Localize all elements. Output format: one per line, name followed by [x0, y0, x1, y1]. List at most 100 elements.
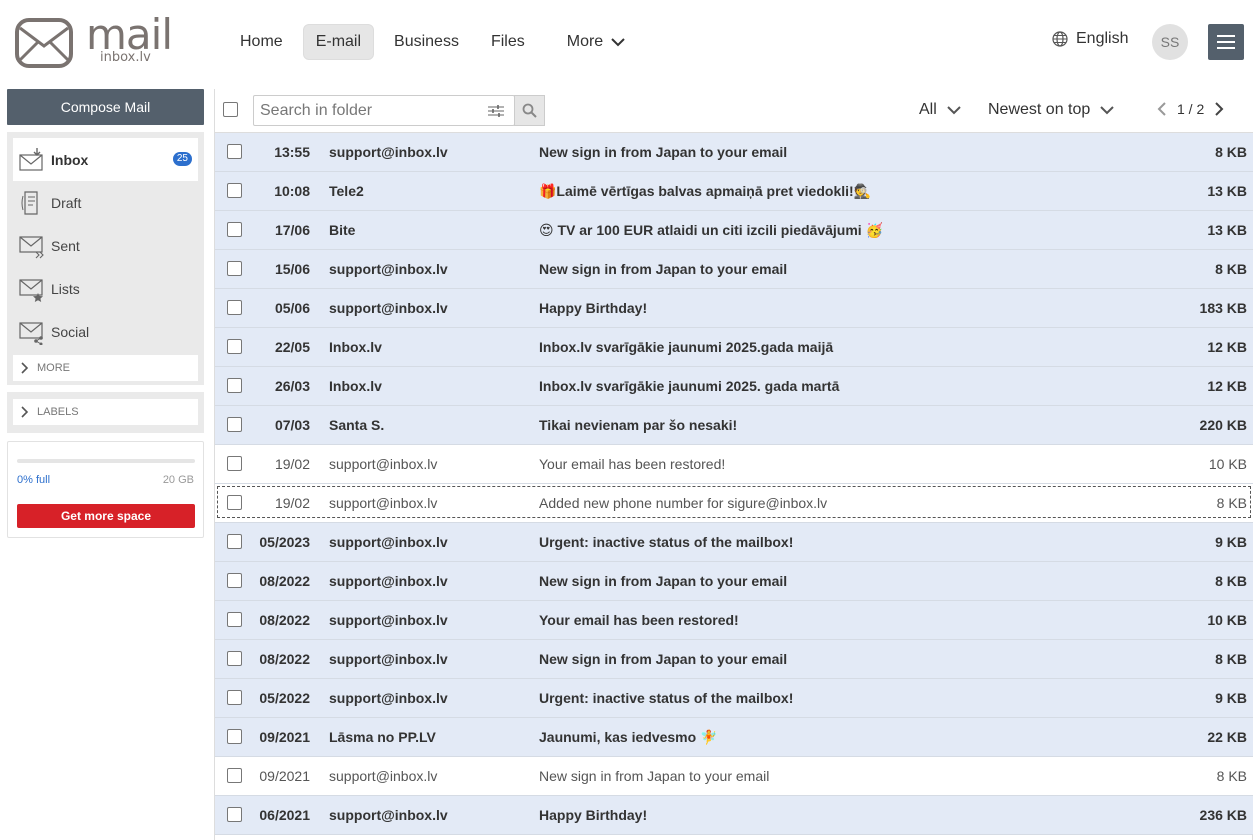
folder-social[interactable]: Social [13, 310, 198, 353]
folder-inbox[interactable]: Inbox 25 [13, 138, 198, 181]
chevron-down-icon [1100, 106, 1114, 115]
folder-sent-label: Sent [51, 237, 80, 254]
message-subject: New sign in from Japan to your email [539, 144, 788, 160]
message-subject: Happy Birthday! [539, 300, 648, 316]
search-button[interactable] [514, 95, 545, 126]
message-subject: New sign in from Japan to your email [539, 261, 788, 277]
draft-icon [21, 190, 38, 215]
folder-lists-label: Lists [51, 280, 80, 297]
search-icon [522, 103, 537, 118]
message-checkbox[interactable] [227, 768, 242, 783]
message-subject: Your email has been restored! [539, 456, 726, 472]
message-checkbox[interactable] [227, 300, 242, 315]
message-checkbox[interactable] [227, 651, 242, 666]
unread-count-badge: 25 [172, 152, 192, 166]
nav-email[interactable]: E-mail [302, 24, 375, 60]
folder-lists[interactable]: Lists [13, 267, 198, 310]
select-all-checkbox[interactable] [223, 102, 238, 117]
message-date: 05/2022 [259, 690, 310, 706]
message-checkbox[interactable] [227, 417, 242, 432]
nav-business[interactable]: Business [382, 24, 471, 60]
message-checkbox[interactable] [227, 183, 242, 198]
message-checkbox[interactable] [227, 144, 242, 159]
folder-sent[interactable]: Sent [13, 224, 198, 267]
message-size: 220 KB [1199, 417, 1247, 433]
message-checkbox[interactable] [227, 261, 242, 276]
chevron-right-icon [21, 362, 29, 374]
message-sender: support@inbox.lv [329, 261, 448, 277]
message-row[interactable]: 05/2022 support@inbox.lv Urgent: inactive … [215, 679, 1253, 718]
message-row[interactable]: 26/03 Inbox.lv Inbox.lv svarīgākie jaunumi… [215, 367, 1253, 406]
message-row[interactable]: 08/2022 support@inbox.lv New sign in from … [215, 562, 1253, 601]
message-checkbox[interactable] [227, 612, 242, 627]
message-row[interactable]: 19/02 support@inbox.lv Added new phone num… [215, 484, 1253, 523]
message-subject: Your email has been restored! [539, 612, 739, 628]
message-checkbox[interactable] [227, 573, 242, 588]
labels-toggle[interactable]: LABELS [13, 399, 198, 425]
message-row[interactable]: 15/06 support@inbox.lv New sign in from Ja… [215, 250, 1253, 289]
message-checkbox[interactable] [227, 534, 242, 549]
message-date: 07/03 [274, 417, 310, 433]
message-row[interactable]: 08/2022 support@inbox.lv New sign in from … [215, 640, 1253, 679]
message-date: 15/06 [274, 261, 310, 277]
message-checkbox[interactable] [227, 456, 242, 471]
message-checkbox[interactable] [227, 495, 242, 510]
message-sender: Lāsma no PP.LV [329, 729, 436, 745]
message-row[interactable]: 17/06 Bite 😍 TV ar 100 EUR atlaidi un citi… [215, 211, 1253, 250]
search-input[interactable] [254, 96, 480, 125]
nav-more-label: More [566, 33, 604, 50]
folders-more-toggle[interactable]: MORE [13, 355, 198, 381]
message-checkbox[interactable] [227, 690, 242, 705]
social-icon [19, 321, 43, 345]
message-subject: Urgent: inactive status of the mailbox! [539, 690, 794, 706]
message-row[interactable]: 19/02 support@inbox.lv Your email has been… [215, 445, 1253, 484]
message-sender: support@inbox.lv [329, 495, 438, 511]
message-checkbox[interactable] [227, 729, 242, 744]
message-row[interactable]: 22/05 Inbox.lv Inbox.lv svarīgākie jaunumi… [215, 328, 1253, 367]
message-date: 08/2022 [259, 651, 310, 667]
main-nav: Home E-mail Business Files More [228, 24, 637, 60]
hamburger-menu-button[interactable] [1208, 24, 1244, 60]
get-more-space-button[interactable]: Get more space [17, 504, 195, 528]
prev-page-icon[interactable] [1157, 102, 1167, 116]
labels-section: LABELS [7, 392, 204, 433]
message-sender: support@inbox.lv [329, 534, 448, 550]
language-selector[interactable]: English [1052, 30, 1128, 48]
globe-icon [1052, 31, 1068, 47]
message-checkbox[interactable] [227, 807, 242, 822]
inbox-logo[interactable]: mail inbox.lv [14, 10, 180, 70]
nav-home[interactable]: Home [228, 24, 295, 60]
message-sender: support@inbox.lv [329, 573, 448, 589]
top-header: mail inbox.lv Home E-mail Business Files… [0, 0, 1260, 84]
message-sender: Inbox.lv [329, 378, 382, 394]
message-row[interactable]: 05/2023 support@inbox.lv Urgent: inactive … [215, 523, 1253, 562]
filter-dropdown[interactable]: All [919, 101, 961, 119]
message-row[interactable]: 09/2021 support@inbox.lv New sign in from … [215, 757, 1253, 796]
compose-button[interactable]: Compose Mail [7, 89, 204, 125]
message-checkbox[interactable] [227, 378, 242, 393]
message-sender: support@inbox.lv [329, 144, 448, 160]
message-size: 8 KB [1215, 573, 1247, 589]
search-filter-icon[interactable] [480, 96, 512, 125]
message-checkbox[interactable] [227, 222, 242, 237]
message-row[interactable]: 06/2021 support@inbox.lv Happy Birthday! 23… [215, 796, 1253, 835]
message-checkbox[interactable] [227, 339, 242, 354]
message-sender: Bite [329, 222, 356, 238]
message-row[interactable]: 09/2021 Lāsma no PP.LV Jaunumi, kas iedves… [215, 718, 1253, 757]
message-size: 22 KB [1207, 729, 1247, 745]
message-row[interactable]: 07/03 Santa S. Tikai nevienam par šo nesak… [215, 406, 1253, 445]
message-row[interactable]: 08/2022 support@inbox.lv Your email has be… [215, 601, 1253, 640]
nav-more[interactable]: More [555, 24, 637, 60]
nav-files[interactable]: Files [479, 24, 537, 60]
message-date: 05/2023 [259, 534, 310, 550]
sort-dropdown[interactable]: Newest on top [988, 101, 1114, 119]
message-row[interactable]: 13:55 support@inbox.lv New sign in from Ja… [215, 133, 1253, 172]
user-avatar[interactable]: SS [1152, 24, 1188, 60]
message-date: 19/02 [274, 495, 310, 511]
folder-draft[interactable]: Draft [13, 181, 198, 224]
message-row[interactable]: 05/06 support@inbox.lv Happy Birthday! 183 … [215, 289, 1253, 328]
message-date: 26/03 [274, 378, 310, 394]
filter-label: All [919, 101, 937, 118]
next-page-icon[interactable] [1214, 102, 1224, 116]
message-row[interactable]: 10:08 Tele2 🎁Laimē vērtīgas balvas apmaiņā… [215, 172, 1253, 211]
